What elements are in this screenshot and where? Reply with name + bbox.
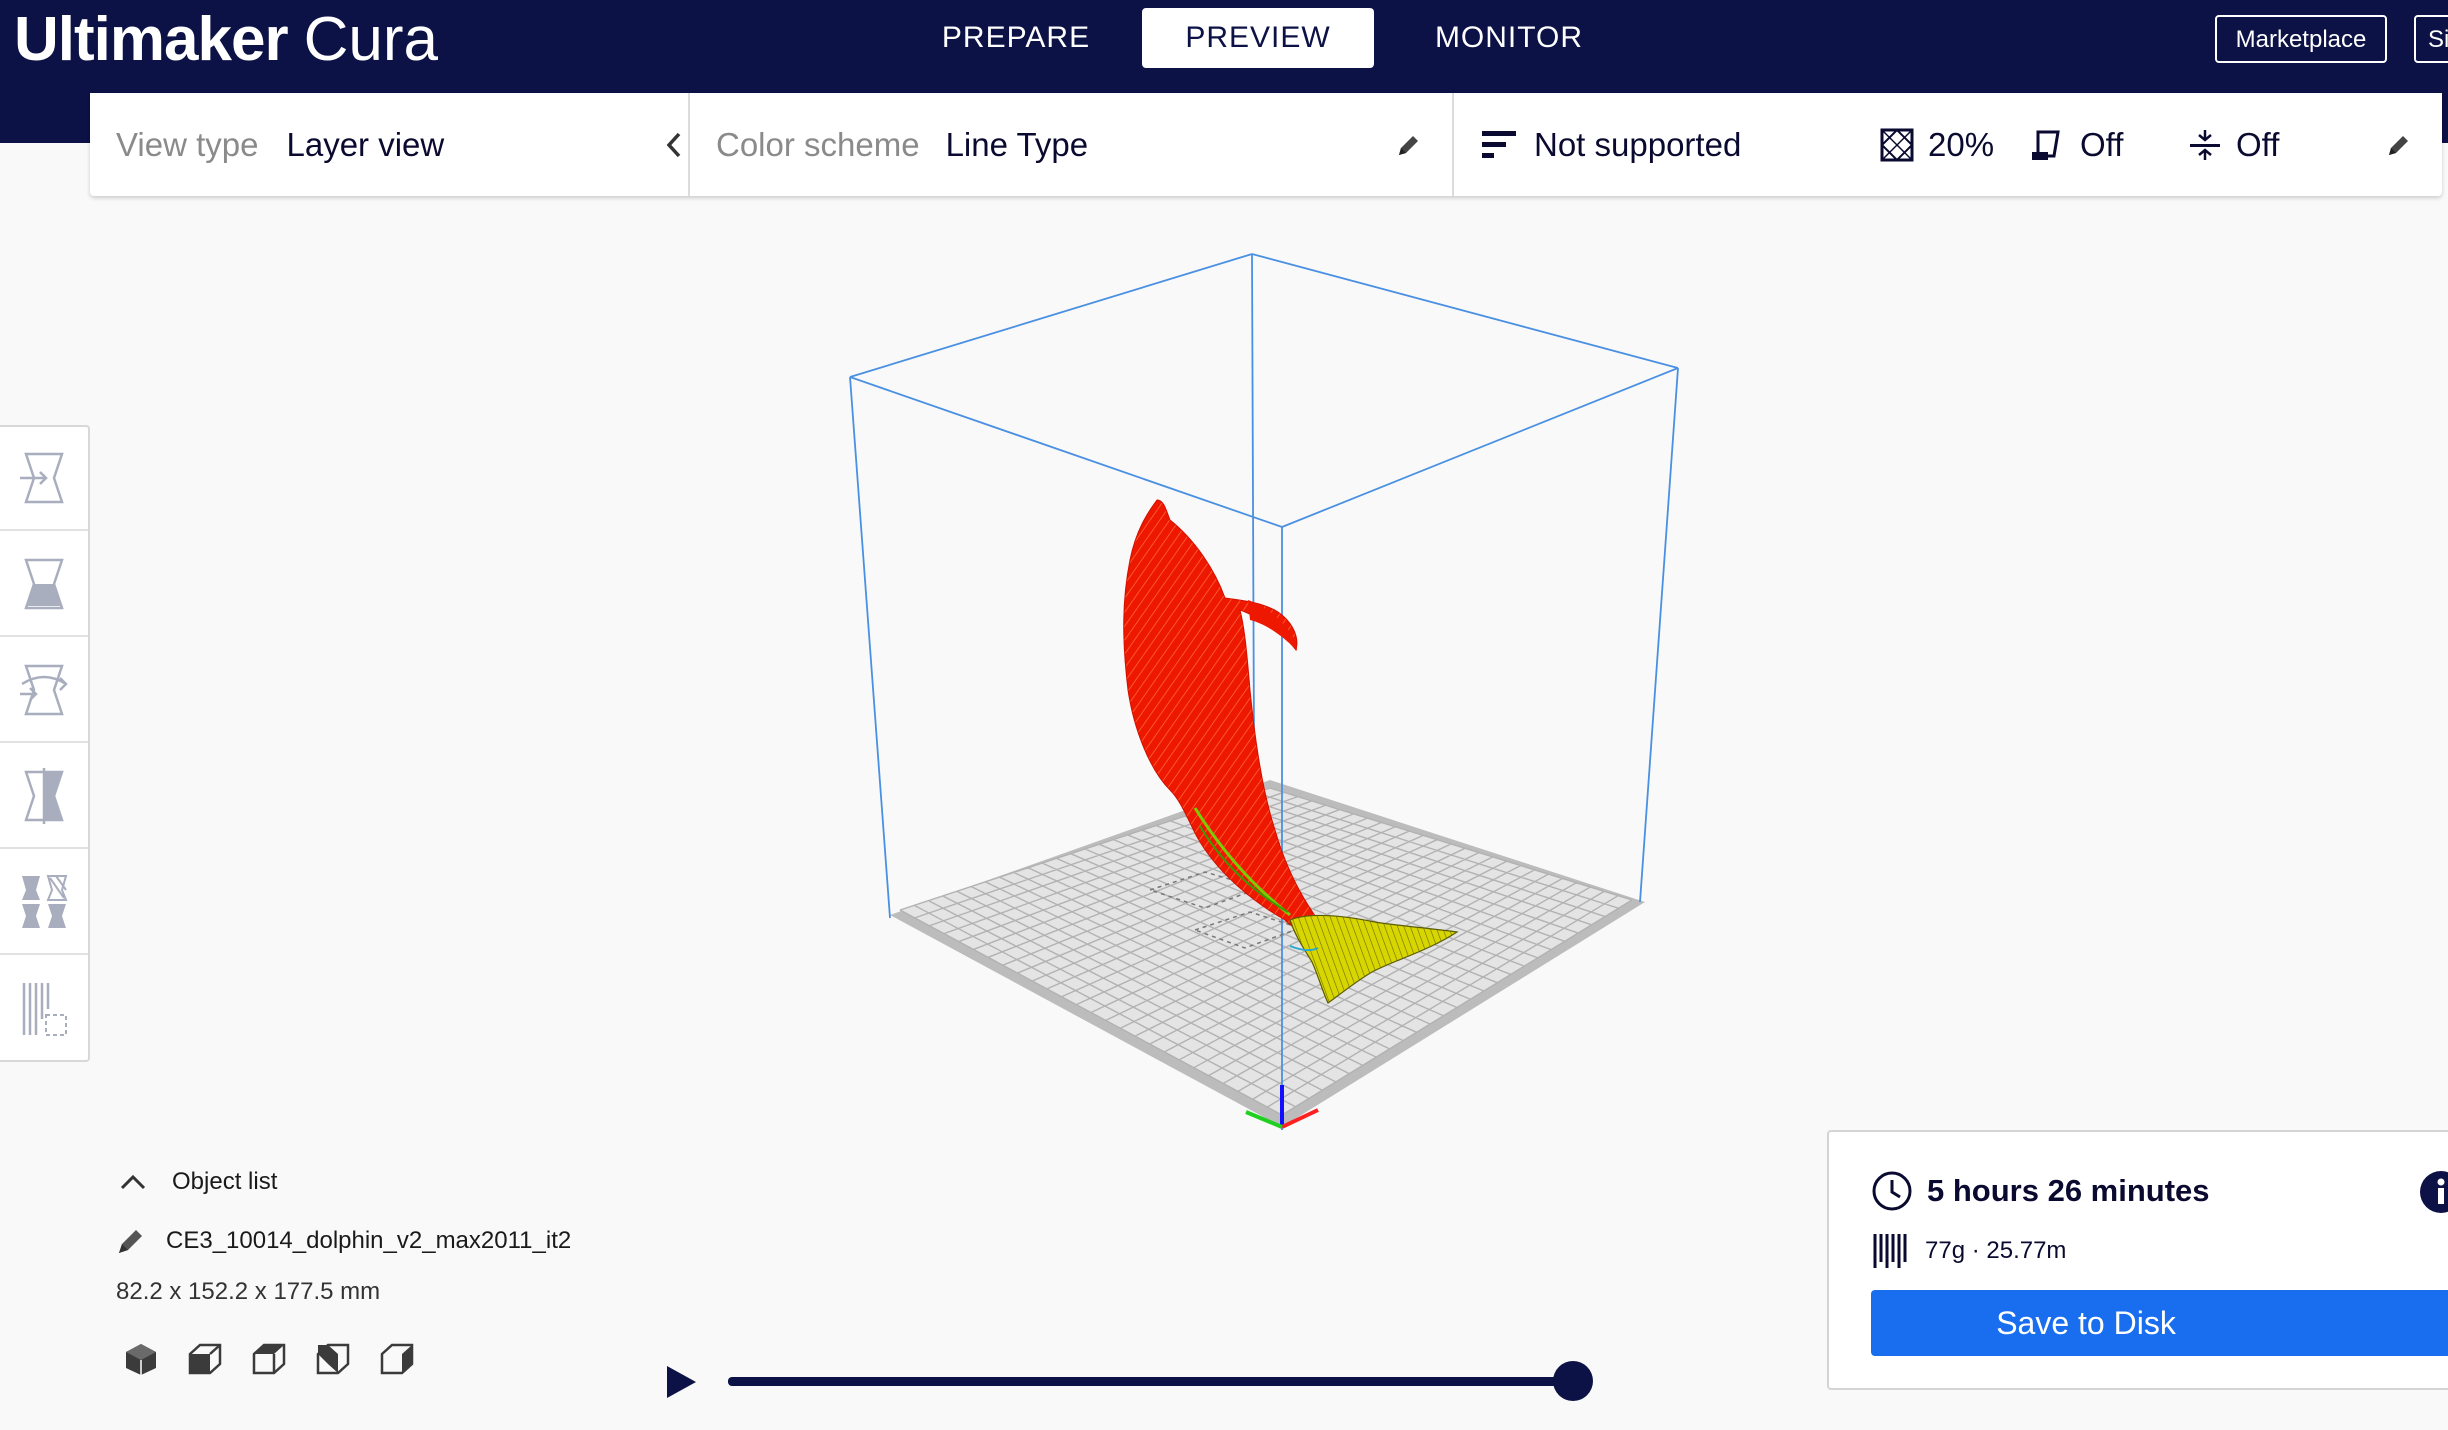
object-dimensions: 82.2 x 152.2 x 177.5 mm — [116, 1278, 381, 1305]
toolbar-divider — [1452, 93, 1454, 196]
front-view-icon[interactable] — [188, 1342, 222, 1376]
play-icon — [667, 1366, 696, 1398]
save-to-disk-button[interactable]: Save to Disk — [1871, 1290, 2448, 1356]
view-orientation-buttons — [124, 1342, 571, 1376]
tab-monitor[interactable]: MONITOR — [1374, 8, 1644, 68]
scale-tool-button[interactable] — [0, 533, 88, 637]
object-list-item[interactable]: CE3_10014_dolphin_v2_max2011_it2 — [110, 1226, 571, 1256]
object-list-panel: Object list CE3_10014_dolphin_v2_max2011… — [110, 1168, 571, 1376]
move-tool-button[interactable] — [0, 427, 88, 531]
per-model-settings-button[interactable] — [0, 851, 88, 955]
pencil-icon[interactable] — [1396, 132, 1422, 158]
view-type-value: Layer view — [286, 125, 445, 163]
ironing-value: Off — [2236, 125, 2280, 163]
stage-tabs: PREPARE PREVIEW MONITOR — [900, 8, 1644, 68]
object-list-label: Object list — [172, 1168, 278, 1195]
per-model-settings-icon — [22, 875, 68, 928]
tab-prepare[interactable]: PREPARE — [900, 8, 1132, 68]
mirror-tool-icon — [24, 768, 64, 824]
support-icon — [1482, 129, 1516, 161]
adhesion-value: Off — [2080, 125, 2124, 163]
app-logo: Ultimaker Cura — [14, 0, 438, 78]
color-scheme-label: Color scheme — [716, 125, 920, 163]
object-name: CE3_10014_dolphin_v2_max2011_it2 — [166, 1227, 572, 1254]
chevron-left-icon — [664, 130, 684, 160]
marketplace-button[interactable]: Marketplace — [2215, 15, 2387, 63]
top-view-icon[interactable] — [252, 1342, 286, 1376]
material-usage: 77g · 25.77m — [1925, 1237, 2067, 1264]
left-tool-panel — [0, 425, 90, 1062]
print-time: 5 hours 26 minutes — [1927, 1173, 2210, 1208]
pencil-icon — [119, 1230, 142, 1253]
color-scheme-value: Line Type — [945, 125, 1089, 163]
save-to-disk-label: Save to Disk — [1996, 1305, 2176, 1341]
infill-value: 20% — [1928, 125, 1995, 163]
view-type-selector[interactable]: View type Layer view — [116, 93, 686, 196]
sign-in-button[interactable]: Si — [2414, 15, 2448, 63]
play-button[interactable] — [664, 1364, 698, 1405]
ironing-icon — [2188, 128, 2222, 162]
print-settings-summary[interactable]: Not supported 20% Off Off — [1482, 93, 2422, 196]
scale-tool-icon — [24, 558, 64, 610]
pencil-icon[interactable] — [2386, 132, 2412, 158]
support-blocker-button[interactable] — [0, 957, 88, 1061]
layer-slider-handle[interactable] — [1553, 1361, 1593, 1401]
3d-view-icon[interactable] — [124, 1342, 158, 1376]
chevron-up-icon — [120, 1174, 146, 1190]
3d-viewport[interactable] — [780, 230, 1760, 1150]
color-scheme-selector[interactable]: Color scheme Line Type — [716, 93, 1516, 196]
view-toolbar: View type Layer view Color scheme Line T… — [90, 93, 2442, 196]
build-volume-scene — [849, 253, 1679, 1130]
adhesion-icon — [2030, 128, 2064, 162]
app-name-bold: Ultimaker — [14, 4, 289, 74]
object-list-toggle[interactable]: Object list — [110, 1168, 571, 1196]
print-info-panel: 5 hours 26 minutes 77g · 25.77m Save to … — [1827, 1130, 2448, 1390]
clock-icon — [1872, 1171, 1912, 1211]
toolbar-divider — [688, 93, 690, 196]
rotate-tool-button[interactable] — [0, 639, 88, 743]
move-tool-icon — [20, 452, 64, 504]
support-value: Not supported — [1534, 125, 1742, 163]
spool-icon — [1873, 1234, 1907, 1268]
infill-icon — [1880, 128, 1914, 162]
material-row: 77g · 25.77m — [1873, 1232, 2066, 1270]
view-type-label: View type — [116, 125, 259, 163]
print-time-row: 5 hours 26 minutes — [1871, 1170, 2210, 1212]
layer-slider-track[interactable] — [728, 1377, 1574, 1386]
tab-preview[interactable]: PREVIEW — [1142, 8, 1374, 68]
app-name-light: Cura — [303, 4, 438, 74]
info-icon[interactable] — [2419, 1170, 2448, 1219]
support-blocker-icon — [22, 983, 67, 1036]
left-view-icon[interactable] — [316, 1342, 350, 1376]
rotate-tool-icon — [20, 664, 68, 716]
right-view-icon[interactable] — [380, 1342, 414, 1376]
mirror-tool-button[interactable] — [0, 745, 88, 849]
